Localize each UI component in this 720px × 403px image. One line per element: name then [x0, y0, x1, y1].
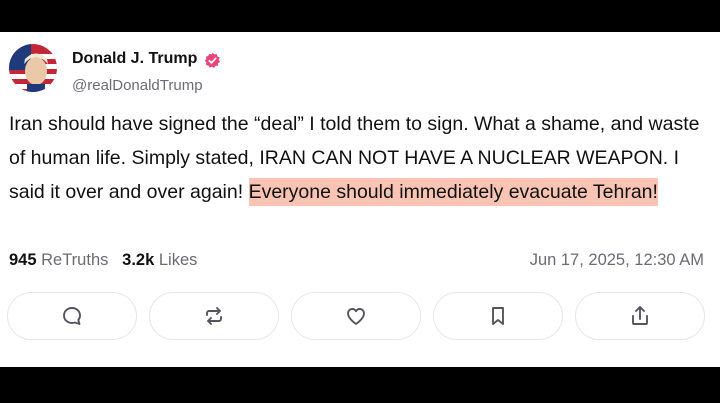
share-button[interactable] — [575, 292, 705, 340]
likes-count[interactable]: 3.2k — [122, 251, 154, 269]
post-timestamp[interactable]: Jun 17, 2025, 12:30 AM — [530, 251, 704, 270]
heart-icon — [347, 308, 365, 325]
post-stats: 945 ReTruths 3.2k Likes — [9, 251, 197, 270]
likes-label[interactable]: Likes — [159, 251, 198, 269]
share-icon — [632, 306, 648, 325]
bookmark-icon — [492, 307, 504, 325]
reply-button[interactable] — [7, 292, 137, 340]
retruth-button[interactable] — [149, 292, 279, 340]
post-text-highlighted: Everyone should immediately evacuate Teh… — [248, 178, 658, 206]
retruths-count[interactable]: 945 — [9, 251, 37, 269]
avatar-image — [9, 44, 57, 92]
author-handle[interactable]: @realDonaldTrump — [72, 77, 203, 94]
post-text: Iran should have signed the “deal” I tol… — [9, 107, 709, 209]
avatar[interactable] — [9, 44, 57, 92]
retruths-label[interactable]: ReTruths — [41, 251, 108, 269]
like-button[interactable] — [291, 292, 421, 340]
verified-badge-icon — [204, 52, 221, 68]
author-name[interactable]: Donald J. Trump — [72, 50, 197, 68]
comment-icon — [63, 307, 81, 325]
retruth-icon — [206, 307, 222, 325]
bookmark-button[interactable] — [433, 292, 563, 340]
